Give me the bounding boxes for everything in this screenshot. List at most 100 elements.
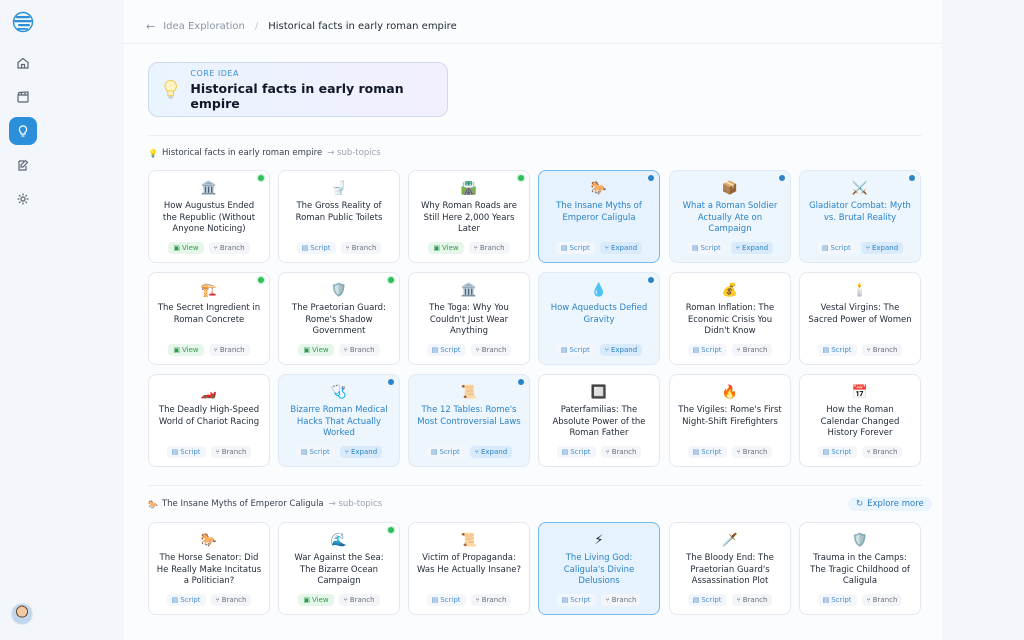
idea-card[interactable]: ⚔️ Gladiator Combat: Myth vs. Brutal Real…: [799, 170, 921, 263]
status-dot-complete: [388, 527, 394, 533]
nav-videos[interactable]: [9, 83, 37, 111]
branch-label: Branch: [481, 596, 507, 604]
idea-card[interactable]: ⚡ The Living God: Caligula's Divine Delus…: [538, 522, 660, 615]
branch-button[interactable]: ⑂ Branch: [340, 242, 382, 254]
idea-card[interactable]: 🩺 Bizarre Roman Medical Hacks That Actual…: [278, 374, 400, 467]
breadcrumb-parent[interactable]: Idea Exploration: [163, 21, 245, 32]
nav-settings[interactable]: [9, 185, 37, 213]
branch-button[interactable]: ⑂ Branch: [600, 594, 642, 606]
script-button[interactable]: ▤ Script: [686, 242, 726, 254]
branch-button[interactable]: ⑂ Branch: [208, 242, 250, 254]
idea-card[interactable]: 📜 Victim of Propaganda: Was He Actually I…: [408, 522, 530, 615]
card-emoji-icon: 🔲: [590, 385, 608, 400]
branch-button[interactable]: ⑂ Branch: [861, 594, 903, 606]
idea-card[interactable]: 🔥 The Vigiles: Rome's First Night-Shift F…: [669, 374, 791, 467]
script-button[interactable]: ▤ Script: [817, 594, 857, 606]
card-title: How Augustus Ended the Republic (Without…: [162, 201, 256, 234]
idea-card[interactable]: 🏎️ The Deadly High-Speed World of Chariot…: [148, 374, 270, 467]
idea-card[interactable]: 🐎 The Insane Myths of Emperor Caligula ▤ Sc…: [538, 170, 660, 263]
view-button[interactable]: ▣ View: [428, 242, 464, 254]
status-dot-new: [779, 175, 785, 181]
branch-button[interactable]: ⑂ Branch: [208, 344, 250, 356]
card-title: Victim of Propaganda: Was He Actually In…: [417, 553, 521, 575]
branch-button[interactable]: ⑂ Branch: [470, 344, 512, 356]
branch-icon: ⑂: [475, 346, 480, 354]
branch-button[interactable]: ⑂ Branch: [468, 242, 510, 254]
script-button[interactable]: ▤ Script: [166, 446, 206, 458]
script-button[interactable]: ▤ Script: [555, 344, 595, 356]
branch-button[interactable]: ⑂ Branch: [210, 446, 252, 458]
expand-icon: ⑂: [735, 244, 740, 252]
script-button[interactable]: ▤ Script: [426, 344, 466, 356]
app-logo-icon[interactable]: [12, 11, 34, 37]
view-icon: ▣: [433, 244, 441, 252]
idea-card[interactable]: 🛣️ Why Roman Roads are Still Here 2,000 Y…: [408, 170, 530, 263]
view-button[interactable]: ▣ View: [298, 344, 334, 356]
view-button[interactable]: ▣ View: [298, 594, 334, 606]
idea-card[interactable]: 🛡️ Trauma in the Camps: The Tragic Childh…: [799, 522, 921, 615]
script-button[interactable]: ▤ Script: [556, 594, 596, 606]
branch-button[interactable]: ⑂ Branch: [338, 344, 380, 356]
script-button[interactable]: ▤ Script: [817, 446, 857, 458]
expand-button[interactable]: ⑂ Expand: [469, 446, 513, 458]
idea-card[interactable]: 📅 How the Roman Calendar Changed History …: [799, 374, 921, 467]
branch-button[interactable]: ⑂ Branch: [731, 594, 773, 606]
idea-card[interactable]: 🕯️ Vestal Virgins: The Sacred Power of Wo…: [799, 272, 921, 365]
script-button[interactable]: ▤ Script: [556, 446, 596, 458]
idea-card[interactable]: 🛡️ The Praetorian Guard: Rome's Shadow Go…: [278, 272, 400, 365]
breadcrumb: ← Idea Exploration / Historical facts in…: [146, 14, 457, 38]
idea-card[interactable]: 🔲 Paterfamilias: The Absolute Power of th…: [538, 374, 660, 467]
script-button[interactable]: ▤ Script: [687, 344, 727, 356]
script-button[interactable]: ▤ Script: [687, 446, 727, 458]
expand-button[interactable]: ⑂ Expand: [599, 344, 643, 356]
card-title: Paterfamilias: The Absolute Power of the…: [552, 405, 646, 438]
user-avatar[interactable]: [11, 603, 33, 625]
expand-button[interactable]: ⑂ Expand: [730, 242, 774, 254]
script-button[interactable]: ▤ Script: [425, 446, 465, 458]
script-button[interactable]: ▤ Script: [816, 242, 856, 254]
section-icon: 🐎: [148, 499, 158, 509]
script-button[interactable]: ▤ Script: [687, 594, 727, 606]
idea-card[interactable]: 🏛️ The Toga: Why You Couldn't Just Wear A…: [408, 272, 530, 365]
idea-card[interactable]: 💰 Roman Inflation: The Economic Crisis Yo…: [669, 272, 791, 365]
script-label: Script: [440, 346, 461, 354]
idea-card[interactable]: 🚽 The Gross Reality of Roman Public Toile…: [278, 170, 400, 263]
script-button[interactable]: ▤ Script: [817, 344, 857, 356]
explore-more-button[interactable]: ↻ Explore more: [848, 497, 932, 511]
branch-button[interactable]: ⑂ Branch: [861, 446, 903, 458]
idea-card[interactable]: 💧 How Aqueducts Defied Gravity ▤ Script ⑂ Exp…: [538, 272, 660, 365]
idea-card[interactable]: 📜 The 12 Tables: Rome's Most Controversia…: [408, 374, 530, 467]
expand-button[interactable]: ⑂ Expand: [599, 242, 643, 254]
script-button[interactable]: ▤ Script: [166, 594, 206, 606]
idea-card[interactable]: 🌊 War Against the Sea: The Bizarre Ocean …: [278, 522, 400, 615]
view-button[interactable]: ▣ View: [168, 344, 204, 356]
branch-label: Branch: [221, 596, 247, 604]
script-button[interactable]: ▤ Script: [295, 446, 335, 458]
script-button[interactable]: ▤ Script: [296, 242, 336, 254]
card-emoji-icon: 📦: [721, 181, 739, 196]
idea-card[interactable]: 🐎 The Horse Senator: Did He Really Make I…: [148, 522, 270, 615]
idea-card[interactable]: 🗡️ The Bloody End: The Praetorian Guard's…: [669, 522, 791, 615]
back-arrow-icon[interactable]: ←: [146, 20, 155, 33]
script-button[interactable]: ▤ Script: [426, 594, 466, 606]
branch-button[interactable]: ⑂ Branch: [210, 594, 252, 606]
branch-icon: ⑂: [343, 346, 348, 354]
branch-button[interactable]: ⑂ Branch: [731, 446, 773, 458]
nav-ideas[interactable]: [9, 117, 37, 145]
script-label: Script: [569, 346, 590, 354]
nav-notes[interactable]: [9, 151, 37, 179]
branch-button[interactable]: ⑂ Branch: [338, 594, 380, 606]
branch-button[interactable]: ⑂ Branch: [861, 344, 903, 356]
branch-button[interactable]: ⑂ Branch: [470, 594, 512, 606]
idea-card[interactable]: 📦 What a Roman Soldier Actually Ate on Ca…: [669, 170, 791, 263]
branch-button[interactable]: ⑂ Branch: [731, 344, 773, 356]
card-title: The Secret Ingredient in Roman Concrete: [157, 303, 261, 325]
view-button[interactable]: ▣ View: [168, 242, 204, 254]
branch-button[interactable]: ⑂ Branch: [600, 446, 642, 458]
expand-button[interactable]: ⑂ Expand: [860, 242, 904, 254]
expand-button[interactable]: ⑂ Expand: [339, 446, 383, 458]
idea-card[interactable]: 🏗️ The Secret Ingredient in Roman Concret…: [148, 272, 270, 365]
script-button[interactable]: ▤ Script: [555, 242, 595, 254]
nav-home[interactable]: [9, 49, 37, 77]
idea-card[interactable]: 🏛️ How Augustus Ended the Republic (Witho…: [148, 170, 270, 263]
